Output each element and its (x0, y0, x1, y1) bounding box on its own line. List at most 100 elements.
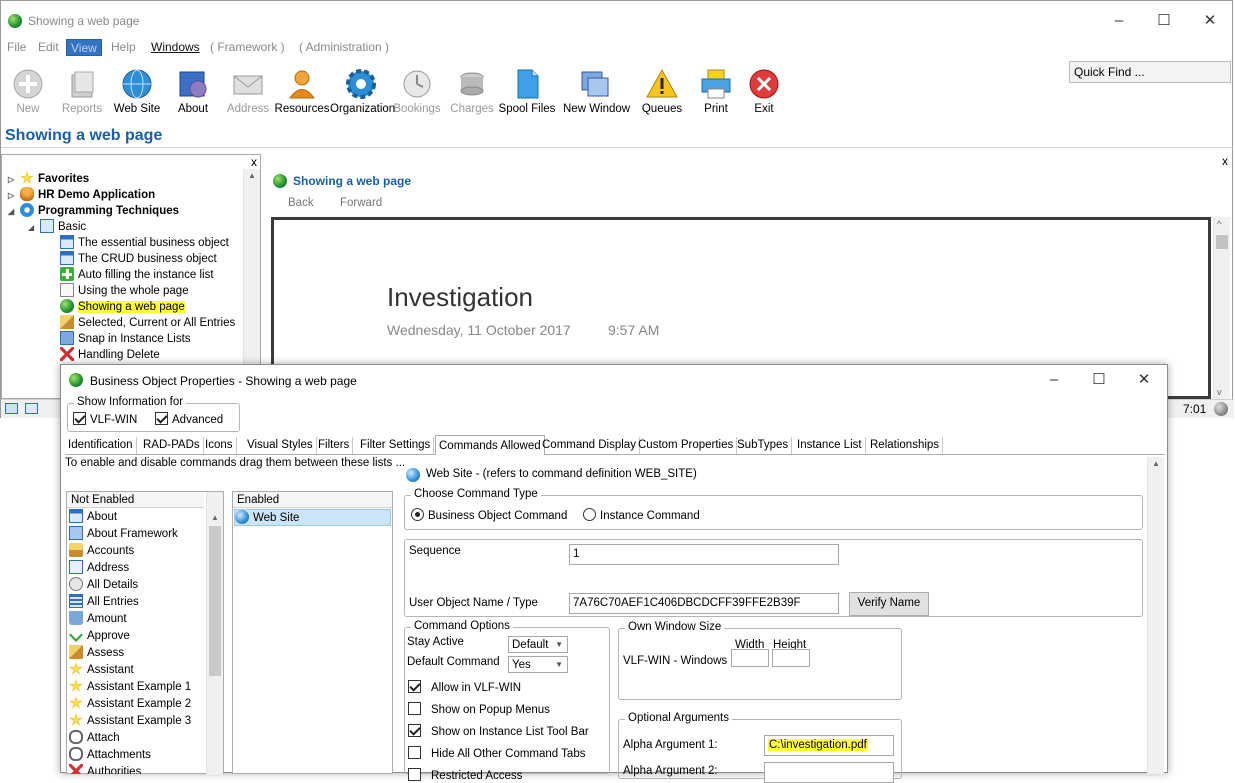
radio-dot[interactable] (583, 508, 596, 521)
instance-command-radio[interactable]: Instance Command (583, 508, 700, 522)
web-site-button[interactable]: Web Site (106, 67, 168, 119)
checkbox-box[interactable] (155, 412, 168, 425)
checkbox-box[interactable] (408, 702, 421, 715)
scroll-thumb[interactable] (209, 526, 221, 676)
menu-edit[interactable]: Edit (34, 39, 63, 56)
charges-button[interactable]: Charges (441, 67, 503, 119)
close-button[interactable]: ✕ (1187, 6, 1233, 36)
menu-view[interactable]: View (66, 39, 102, 56)
hide-all-other-command-tabs-checkbox[interactable]: Hide All Other Command Tabs (408, 746, 585, 760)
list-item[interactable]: About Framework (69, 526, 178, 543)
list-item[interactable]: Assistant Example 1 (69, 679, 191, 696)
resources-button[interactable]: Resources (271, 67, 333, 119)
scroll-thumb[interactable] (1216, 235, 1228, 249)
checkbox-box[interactable] (408, 768, 421, 781)
tree-item[interactable]: Selected, Current or All Entries (60, 315, 235, 331)
list-item[interactable]: Amount (69, 611, 127, 628)
show-on-popup-menus-checkbox[interactable]: Show on Popup Menus (408, 702, 550, 716)
web-scrollbar[interactable]: ^ v (1213, 217, 1230, 399)
bookings-button[interactable]: Bookings (386, 67, 448, 119)
alpha-argument-1-input[interactable]: C:\investigation.pdf (764, 735, 894, 756)
list-item[interactable]: Accounts (69, 543, 134, 560)
list-item[interactable]: Address (69, 560, 129, 577)
list-item[interactable]: All Entries (69, 594, 139, 611)
expander-icon[interactable]: ◢ (28, 220, 40, 236)
restricted-access-checkbox[interactable]: Restricted Access (408, 768, 522, 782)
exit-button[interactable]: Exit (733, 67, 795, 119)
advanced-checkbox[interactable]: Advanced (155, 412, 223, 426)
not-enabled-scrollbar[interactable]: ▲ (206, 492, 223, 775)
tab-rad-pads[interactable]: RAD-PADs (140, 437, 204, 454)
reports-button[interactable]: Reports (51, 67, 113, 119)
tree-item[interactable]: Handling Delete (60, 347, 160, 363)
tab-visual-styles[interactable]: Visual Styles (244, 437, 317, 454)
menu-help[interactable]: Help (107, 39, 140, 56)
list-item[interactable]: Assess (69, 645, 124, 662)
tree-item[interactable]: Showing a web page (60, 299, 185, 315)
expander-icon[interactable]: ▷ (8, 188, 20, 204)
menu-administration[interactable]: ( Administration ) (295, 39, 393, 56)
show-on-instance-list-toolbar-checkbox[interactable]: Show on Instance List Tool Bar (408, 724, 589, 738)
tree-item[interactable]: ▷ Favorites (8, 171, 89, 187)
menu-file[interactable]: File (3, 39, 30, 56)
scroll-up-icon[interactable]: ▲ (211, 513, 219, 522)
list-item[interactable]: Approve (69, 628, 130, 645)
queues-button[interactable]: Queues (631, 67, 693, 119)
list-item[interactable]: Attach (69, 730, 120, 747)
maximize-button[interactable]: ☐ (1141, 6, 1187, 36)
scroll-up-icon[interactable]: ▲ (248, 171, 256, 180)
sequence-input[interactable]: 1 (569, 544, 839, 565)
tree-item[interactable]: ◢ Basic (28, 219, 86, 235)
address-button[interactable]: Address (217, 67, 279, 119)
window-height-input[interactable] (772, 649, 810, 667)
user-object-input[interactable]: 7A76C70AEF1C406DBCDCFF39FFE2B39F (569, 593, 839, 614)
list-item[interactable]: Assistant Example 3 (69, 713, 191, 730)
checkbox-box[interactable] (408, 680, 421, 693)
default-command-select[interactable]: Yes ▼ (508, 656, 568, 673)
tree-item[interactable]: The CRUD business object (60, 251, 217, 267)
organization-button[interactable]: Organization (330, 67, 395, 119)
business-object-command-radio[interactable]: Business Object Command (411, 508, 567, 522)
allow-in-vlf-win-checkbox[interactable]: Allow in VLF-WIN (408, 680, 521, 694)
list-item[interactable]: Assistant (69, 662, 134, 679)
tree-item[interactable]: ◢ Programming Techniques (8, 203, 179, 219)
tree-item[interactable]: ▷ HR Demo Application (8, 187, 155, 203)
tree-item[interactable]: Using the whole page (60, 283, 189, 299)
not-enabled-list[interactable]: Not Enabled About About Framework Accounts… (66, 491, 224, 775)
new-window-button[interactable]: New Window (563, 67, 630, 119)
tab-icons[interactable]: Icons (202, 437, 237, 454)
forward-button[interactable]: Forward (340, 197, 382, 209)
tab-subtypes[interactable]: SubTypes (734, 437, 793, 454)
dialog-maximize-button[interactable]: ☐ (1076, 365, 1122, 395)
tab-relationships[interactable]: Relationships (867, 437, 944, 454)
tab-command-display[interactable]: Command Display (539, 437, 640, 454)
tab-filters[interactable]: Filters (315, 437, 354, 454)
radio-dot[interactable] (411, 508, 424, 521)
tab-instance-list[interactable]: Instance List (794, 437, 866, 454)
grid-icon[interactable] (25, 403, 38, 414)
expander-icon[interactable]: ▷ (8, 172, 20, 188)
checkbox-box[interactable] (408, 746, 421, 759)
tab-commands-allowed[interactable]: Commands Allowed (435, 435, 545, 455)
verify-name-button[interactable]: Verify Name (849, 592, 929, 616)
menu-framework[interactable]: ( Framework ) (206, 39, 289, 56)
menu-windows[interactable]: Windows (147, 39, 204, 56)
list-item[interactable]: About (69, 509, 117, 526)
list-item[interactable]: All Details (69, 577, 138, 594)
web-panel-close-button[interactable]: x (1222, 154, 1228, 168)
dialog-close-button[interactable]: ✕ (1121, 365, 1167, 395)
scroll-up-icon[interactable]: ▲ (1152, 459, 1160, 468)
expander-icon[interactable]: ◢ (8, 204, 20, 220)
tree-close-button[interactable]: x (251, 155, 257, 169)
quick-find-input[interactable]: Quick Find ... (1069, 61, 1231, 83)
tree-item[interactable]: Auto filling the instance list (60, 267, 214, 283)
enabled-list[interactable]: Enabled Web Site (232, 491, 393, 774)
list-item[interactable]: Attachments (69, 747, 151, 764)
layout-icon[interactable] (5, 403, 18, 414)
vlf-win-checkbox[interactable]: VLF-WIN (73, 412, 137, 426)
checkbox-box[interactable] (73, 412, 86, 425)
stay-active-select[interactable]: Default ▼ (508, 636, 568, 653)
checkbox-box[interactable] (408, 724, 421, 737)
spool-files-button[interactable]: Spool Files (496, 67, 558, 119)
tree-item[interactable]: Snap in Instance Lists (60, 331, 191, 347)
